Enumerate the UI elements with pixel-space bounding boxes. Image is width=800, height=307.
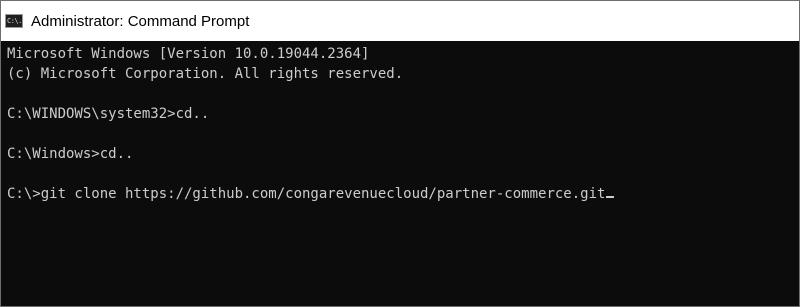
- window-title: Administrator: Command Prompt: [31, 12, 250, 30]
- console-line-copyright: (c) Microsoft Corporation. All rights re…: [7, 66, 404, 82]
- console-output[interactable]: Microsoft Windows [Version 10.0.19044.23…: [1, 41, 799, 306]
- title-bar[interactable]: C:\. Administrator: Command Prompt: [1, 1, 799, 41]
- console-current-command[interactable]: C:\>git clone https://github.com/congare…: [7, 186, 605, 202]
- text-cursor: [606, 196, 615, 198]
- command-prompt-window: C:\. Administrator: Command Prompt Micro…: [0, 0, 800, 307]
- cmd-icon-label: C:\.: [7, 16, 22, 25]
- console-line-command-cd-1: C:\WINDOWS\system32>cd..: [7, 106, 210, 122]
- console-input-line[interactable]: C:\>git clone https://github.com/congare…: [7, 184, 799, 204]
- console-line-command-cd-2: C:\Windows>cd..: [7, 146, 134, 162]
- cmd-icon: C:\.: [5, 14, 23, 28]
- console-line-version: Microsoft Windows [Version 10.0.19044.23…: [7, 46, 370, 62]
